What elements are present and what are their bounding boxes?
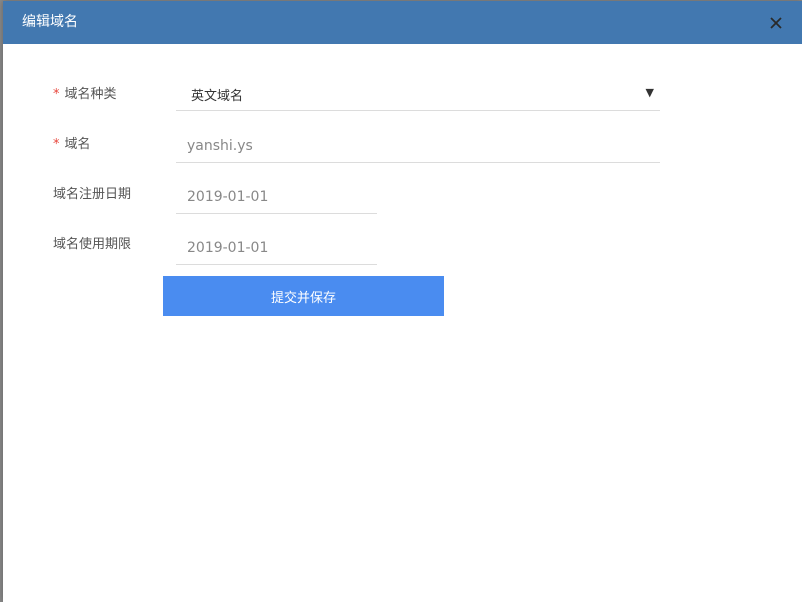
dialog-title: 编辑域名: [22, 14, 78, 30]
close-button[interactable]: [765, 12, 787, 34]
caret-down-icon: ▼: [645, 86, 654, 99]
domain-field: [176, 129, 660, 163]
domain-type-label: * 域名种类: [53, 87, 117, 102]
register-date-field: [176, 180, 377, 214]
domain-label: * 域名: [53, 137, 91, 152]
edit-domain-dialog: 编辑域名 *域名种类 英文域名 ▼ *域名 域名注册日期 域名使用期限: [3, 1, 802, 602]
domain-type-value: 英文域名: [191, 89, 244, 104]
register-date-input[interactable]: [176, 180, 377, 213]
required-mark: *: [53, 137, 60, 152]
domain-input[interactable]: [176, 129, 660, 162]
expire-date-label: 域名使用期限: [53, 237, 132, 252]
close-icon: [770, 17, 782, 29]
domain-type-select[interactable]: 英文域名 ▼: [176, 77, 660, 111]
dialog-titlebar: 编辑域名: [3, 1, 802, 44]
register-date-label: 域名注册日期: [53, 187, 132, 202]
expire-date-input[interactable]: [176, 231, 377, 264]
required-mark: *: [53, 87, 60, 102]
submit-save-button[interactable]: 提交并保存: [163, 276, 444, 316]
expire-date-field: [176, 231, 377, 265]
